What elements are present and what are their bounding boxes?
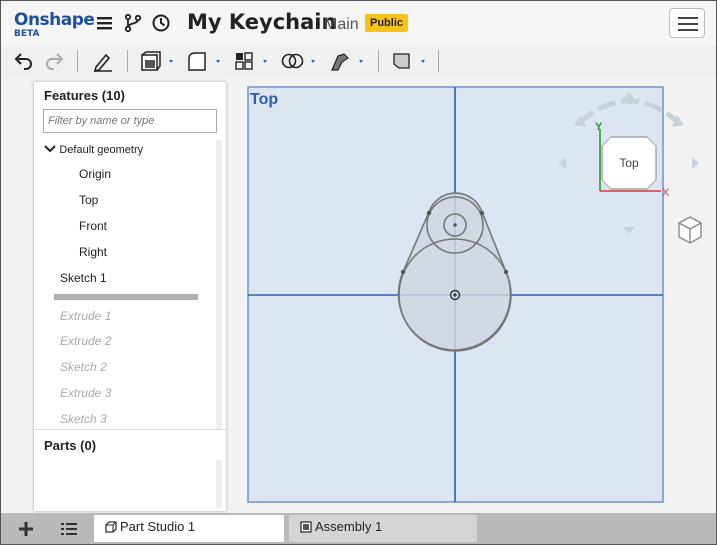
onshape-app: Onshape BETA My Keychain Main Public Top…: [0, 0, 717, 545]
branch-icon[interactable]: [123, 13, 143, 33]
parts-list-scrollbar[interactable]: [216, 460, 222, 508]
chevron-down-icon[interactable]: [44, 144, 56, 154]
menu-icon[interactable]: [95, 13, 115, 33]
view-mode-cube-icon[interactable]: [678, 216, 702, 244]
add-tab-icon[interactable]: [16, 519, 36, 539]
onshape-logo[interactable]: Onshape BETA: [14, 10, 95, 39]
assembly-icon: [300, 521, 312, 533]
feature-sketch-2[interactable]: Sketch 2: [60, 360, 107, 374]
feature-right-plane[interactable]: Right: [79, 245, 107, 259]
fillet-icon[interactable]: [186, 50, 226, 72]
view-cube-label: Top: [619, 156, 639, 170]
parts-title[interactable]: Parts (0): [44, 438, 96, 453]
tab-list-icon[interactable]: [59, 519, 79, 539]
document-title[interactable]: My Keychain: [187, 10, 336, 34]
branch-label[interactable]: Main: [324, 16, 359, 34]
toolbar-divider: [438, 50, 439, 72]
view-label: Top: [250, 91, 278, 108]
feature-top-plane[interactable]: Top: [79, 193, 98, 207]
main-menu-button[interactable]: [669, 8, 705, 38]
default-geometry-group[interactable]: Default geometry: [44, 142, 143, 156]
part-studio-icon: [105, 521, 117, 533]
features-title: Features (10): [44, 88, 125, 103]
sweep-icon[interactable]: [329, 50, 369, 72]
tab-part-studio-1[interactable]: Part Studio 1: [94, 515, 284, 542]
feature-sketch-1[interactable]: Sketch 1: [60, 271, 107, 285]
extrude-icon[interactable]: [139, 50, 179, 72]
feature-extrude-3[interactable]: Extrude 3: [60, 386, 111, 400]
sketch-icon[interactable]: [91, 50, 115, 72]
toolbar-divider: [127, 50, 128, 72]
tab-label: Assembly 1: [315, 519, 383, 534]
logo-text: Onshape: [14, 10, 95, 30]
document-tab-bar: Part Studio 1 Assembly 1: [1, 513, 716, 544]
public-badge: Public: [365, 14, 409, 32]
feature-sketch-3[interactable]: Sketch 3: [60, 412, 107, 426]
plane-icon[interactable]: [391, 50, 431, 72]
group-label: Default geometry: [59, 144, 144, 156]
redo-icon[interactable]: [44, 50, 66, 72]
feature-extrude-1[interactable]: Extrude 1: [60, 309, 111, 323]
undo-icon[interactable]: [12, 50, 34, 72]
feature-list-panel: Features (10) Default geometry Origin To…: [34, 82, 226, 511]
feature-filter-input[interactable]: [43, 109, 217, 133]
toolbar-divider: [77, 50, 78, 72]
hamburger-menu-icon: [678, 17, 698, 31]
history-icon[interactable]: [151, 13, 171, 33]
toolbar-divider: [378, 50, 379, 72]
y-axis-label: Y: [595, 121, 603, 133]
feature-extrude-2[interactable]: Extrude 2: [60, 334, 111, 348]
top-bar: Onshape BETA My Keychain Main Public: [1, 1, 716, 45]
feature-list-scrollbar[interactable]: [216, 140, 222, 430]
feature-toolbar: [1, 45, 716, 77]
rollback-bar[interactable]: [54, 294, 198, 300]
tab-label: Part Studio 1: [120, 519, 196, 534]
x-axis-label: X: [662, 187, 670, 199]
boolean-icon[interactable]: [281, 50, 321, 72]
logo-beta: BETA: [14, 29, 40, 39]
pattern-icon[interactable]: [233, 50, 273, 72]
divider: [34, 429, 226, 430]
feature-front-plane[interactable]: Front: [79, 219, 107, 233]
tab-assembly-1[interactable]: Assembly 1: [289, 515, 477, 542]
feature-origin[interactable]: Origin: [79, 167, 111, 181]
